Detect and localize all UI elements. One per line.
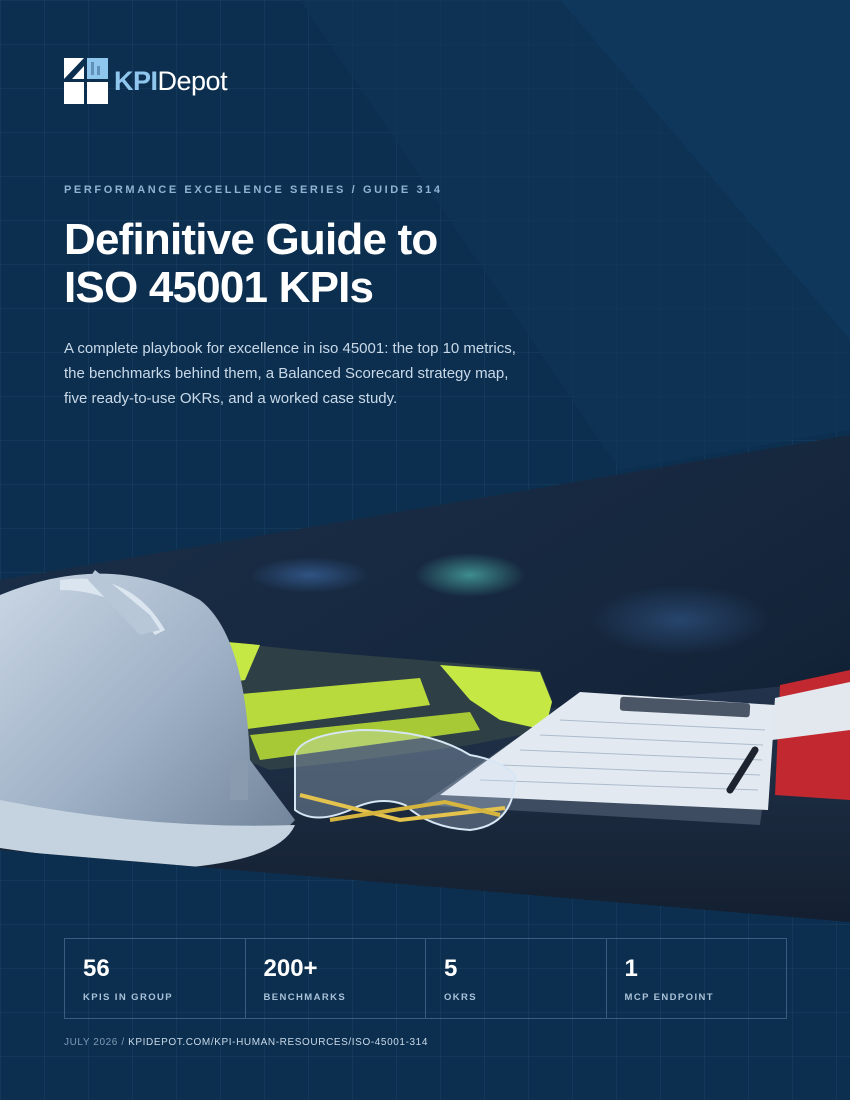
safety-equipment-photo (0, 435, 850, 922)
stat-label: BENCHMARKS (263, 992, 347, 1003)
logo-wordmark: KPIDepot (114, 65, 228, 97)
footer: JULY 2026 / KPIDEPOT.COM/KPI-HUMAN-RESOU… (64, 1037, 428, 1048)
title-line-2: ISO 45001 KPIs (64, 263, 374, 312)
stat-benchmarks: 200+ BENCHMARKS (246, 939, 426, 1018)
page-title: Definitive Guide to ISO 45001 KPIs (64, 216, 624, 312)
logo-depot-text: Depot (157, 65, 228, 96)
stat-label: KPIS IN GROUP (83, 992, 173, 1003)
stat-label: OKRS (444, 992, 478, 1003)
series-label: PERFORMANCE EXCELLENCE SERIES / GUIDE 31… (64, 184, 443, 196)
logo-mark-icon (64, 58, 108, 104)
footer-url-link[interactable]: KPIDEPOT.COM/KPI-HUMAN-RESOURCES/ISO-450… (128, 1037, 428, 1048)
stats-bar: 56 KPIS IN GROUP 200+ BENCHMARKS 5 OKRS … (64, 938, 787, 1019)
stat-value: 5 (444, 955, 458, 982)
intro-paragraph: A complete playbook for excellence in is… (64, 340, 516, 407)
footer-date: JULY 2026 / (64, 1037, 129, 1048)
stat-okrs: 5 OKRS (426, 939, 607, 1018)
logo-kpi-text: KPI (114, 65, 158, 96)
cover-page: KPIDepot PERFORMANCE EXCELLENCE SERIES /… (0, 0, 850, 1100)
stat-value: 56 (83, 955, 110, 982)
kpidepot-logo[interactable]: KPIDepot (64, 58, 228, 104)
stat-value: 1 (624, 955, 638, 982)
stat-label: MCP ENDPOINT (624, 992, 714, 1003)
stat-kpis: 56 KPIS IN GROUP (65, 939, 246, 1018)
title-line-1: Definitive Guide to (64, 215, 438, 264)
stat-mcp-endpoint: 1 MCP ENDPOINT (607, 939, 787, 1018)
stat-value: 200+ (263, 955, 318, 982)
